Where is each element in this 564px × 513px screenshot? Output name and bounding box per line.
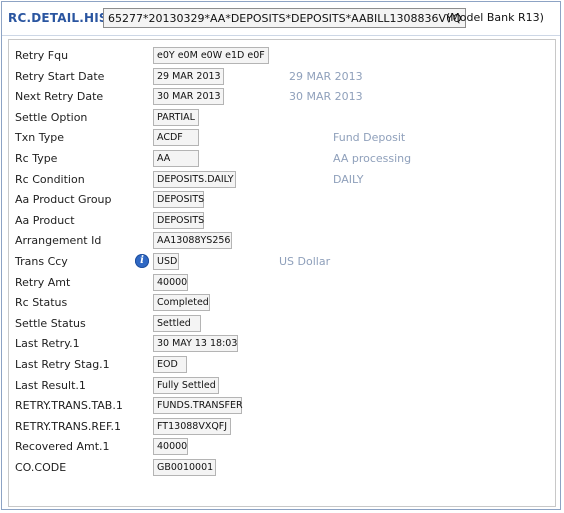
field-label: Arrangement Id [15,234,102,248]
field-label: Settle Option [15,110,88,124]
header-bar: RC.DETAIL.HIST 65277*20130329*AA*DEPOSIT… [2,2,560,36]
info-icon[interactable]: i [135,254,149,268]
field-value[interactable]: USD [153,253,179,270]
field-value[interactable]: 30 MAY 13 18:03 [153,335,238,353]
field-label: Retry Amt [15,275,71,289]
field-label: CO.CODE [15,461,67,474]
field-enrichment: Fund Deposit [333,131,406,145]
field-value[interactable]: Completed [153,294,210,312]
window-frame: RC.DETAIL.HIST 65277*20130329*AA*DEPOSIT… [1,1,561,510]
version-label: (Model Bank R13) [446,11,544,24]
field-enrichment: 29 MAR 2013 [289,69,363,83]
field-label: Rc Status [15,296,68,310]
field-label: Settle Status [15,316,86,330]
field-row: Settle Option PARTIAL [15,108,551,128]
field-value[interactable]: Settled [153,314,201,332]
field-label: Recovered Amt.1 [15,440,110,454]
field-row: CO.CODE GB0010001 [15,458,551,478]
field-label: Rc Type [15,152,58,165]
field-value[interactable]: Fully Settled [153,376,219,394]
field-row: Retry Fqu e0Y e0M e0W e1D e0F [15,46,551,66]
field-label: Last Result.1 [15,378,86,392]
field-value[interactable]: ACDF [153,129,199,147]
field-row: Retry Amt 40000 [15,273,551,293]
field-value[interactable]: e0Y e0M e0W e1D e0F [153,47,269,64]
field-row: Trans Ccy i USD US Dollar [15,252,551,272]
field-value[interactable]: GB0010001 [153,459,216,476]
field-value[interactable]: EOD [153,356,187,373]
field-value[interactable]: 40000 [153,438,188,456]
field-value[interactable]: PARTIAL [153,108,199,126]
field-row: Last Retry Stag.1 EOD [15,355,551,375]
field-row: Rc Condition DEPOSITS.DAILY DAILY [15,170,551,190]
record-detail-panel: Retry Fqu e0Y e0M e0W e1D e0F Retry Start … [8,39,556,507]
field-label: RETRY.TRANS.TAB.1 [15,399,123,413]
app-title: RC.DETAIL.HIST [8,11,117,25]
field-label: Rc Condition [15,172,85,186]
field-label: Next Retry Date [15,90,104,104]
field-enrichment: 30 MAR 2013 [289,90,363,104]
field-enrichment: DAILY [333,172,364,186]
field-row: Settle Status Settled [15,314,551,334]
field-row: Last Result.1 Fully Settled [15,376,551,396]
field-row: Retry Start Date 29 MAR 2013 29 MAR 2013 [15,67,551,87]
field-row: Next Retry Date 30 MAR 2013 30 MAR 2013 [15,87,551,107]
field-value[interactable]: FT13088VXQFJ [153,417,231,435]
field-label: Last Retry Stag.1 [15,358,110,371]
field-label: Retry Fqu [15,49,69,62]
field-label: Aa Product Group [15,193,112,207]
field-label: Aa Product [15,213,75,227]
field-value[interactable]: 29 MAR 2013 [153,67,224,85]
field-value[interactable]: 40000 [153,273,188,291]
field-label: Retry Start Date [15,69,105,83]
field-value[interactable]: 30 MAR 2013 [153,88,224,106]
field-label: RETRY.TRANS.REF.1 [15,419,122,433]
field-row: Arrangement Id AA13088YS256 [15,231,551,251]
field-value[interactable]: DEPOSITS [153,211,204,229]
field-label: Txn Type [15,131,64,145]
field-row: Aa Product DEPOSITS [15,211,551,231]
field-value[interactable]: AA13088YS256 [153,232,232,250]
field-row: Txn Type ACDF Fund Deposit [15,128,551,148]
field-label: Last Retry.1 [15,337,80,351]
field-row: Aa Product Group DEPOSITS [15,190,551,210]
field-value[interactable]: AA [153,150,199,167]
field-row: Rc Status Completed [15,293,551,313]
field-enrichment: AA processing [333,152,412,165]
field-value[interactable]: FUNDS.TRANSFER [153,397,243,415]
field-value[interactable]: DEPOSITS [153,191,204,209]
field-label: Trans Ccy [15,255,68,268]
field-value[interactable]: DEPOSITS.DAILY [153,170,236,188]
field-row: RETRY.TRANS.REF.1 FT13088VXQFJ [15,417,551,437]
record-id-field[interactable]: 65277*20130329*AA*DEPOSITS*DEPOSITS*AABI… [103,8,467,28]
field-row: Rc Type AA AA processing [15,149,551,169]
field-row: Recovered Amt.1 40000 [15,437,551,457]
field-enrichment: US Dollar [279,255,331,268]
field-row: RETRY.TRANS.TAB.1 FUNDS.TRANSFER [15,396,551,416]
field-row: Last Retry.1 30 MAY 13 18:03 [15,334,551,354]
